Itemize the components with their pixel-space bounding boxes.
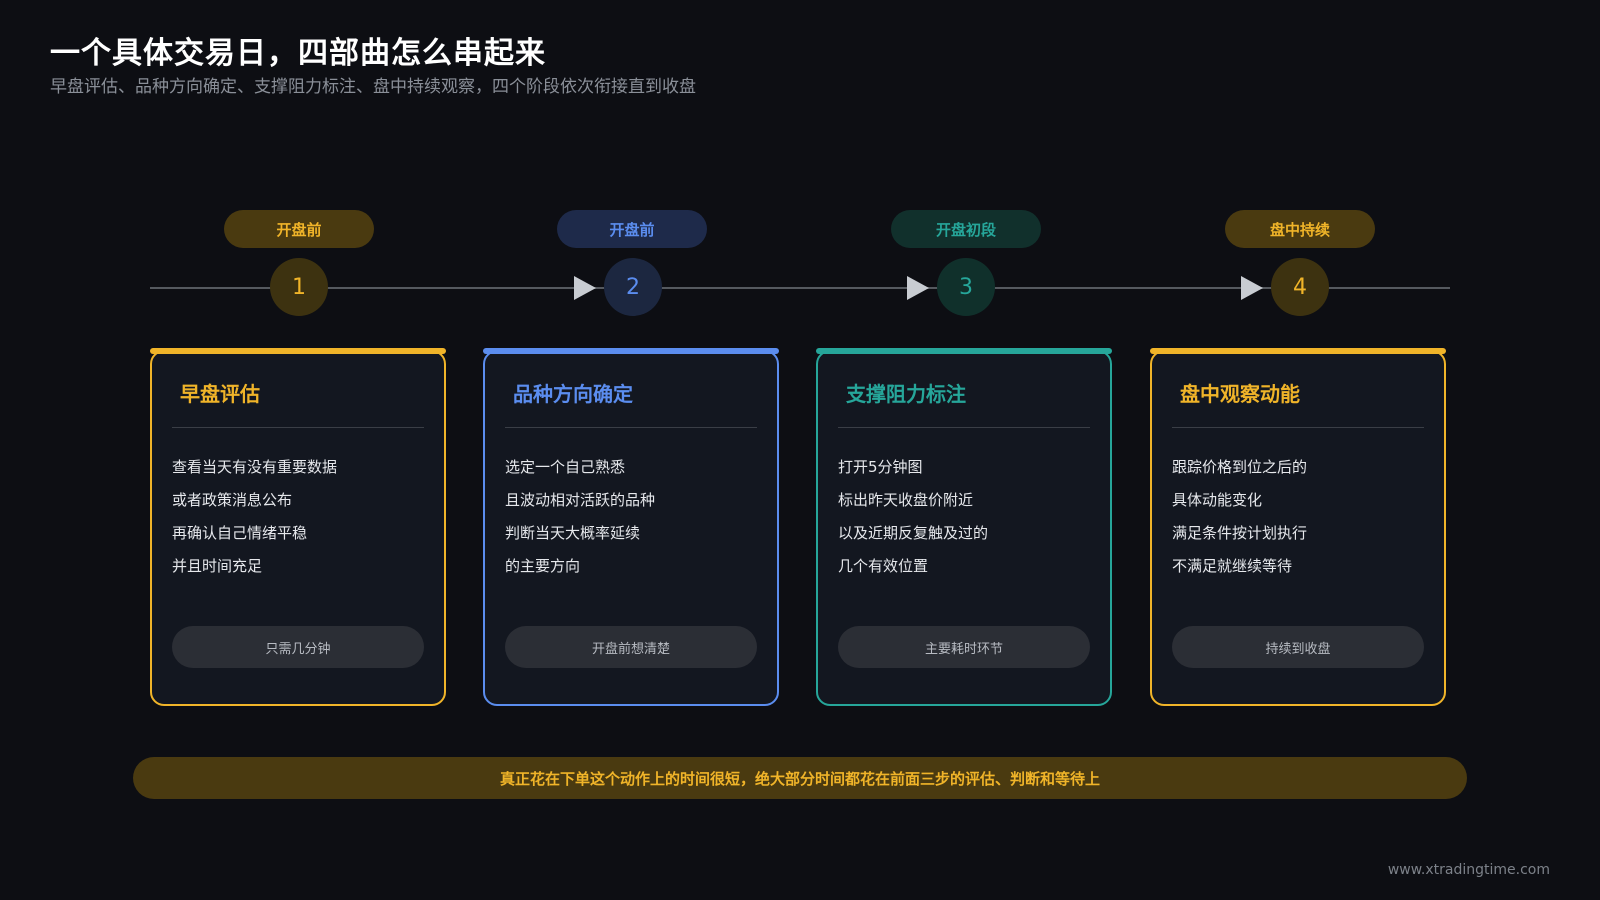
card-title: 早盘评估 [180, 382, 260, 406]
description-line: 再确认自己情绪平稳 [172, 524, 308, 542]
phase-badge: 盘中持续 [1225, 210, 1375, 248]
phase-badge: 开盘前 [224, 210, 374, 248]
card-title: 盘中观察动能 [1180, 382, 1300, 406]
page-title: 一个具体交易日，四部曲怎么串起来 [50, 36, 546, 71]
card-description: 查看当天有没有重要数据 或者政策消息公布 再确认自己情绪平稳 并且时间充足 [172, 456, 337, 588]
card-divider [1172, 427, 1424, 428]
description-line: 以及近期反复触及过的 [838, 524, 989, 542]
description-line: 的主要方向 [505, 557, 581, 575]
step-card: 支撑阻力标注 打开5分钟图 标出昨天收盘价附近 以及近期反复触及过的 几个有效位… [816, 348, 1112, 706]
step-number-circle: 2 [604, 258, 662, 316]
timeline-arrow-icon [1241, 276, 1263, 300]
step-card: 早盘评估 查看当天有没有重要数据 或者政策消息公布 再确认自己情绪平稳 并且时间… [150, 348, 446, 706]
step-card: 品种方向确定 选定一个自己熟悉 且波动相对活跃的品种 判断当天大概率延续 的主要… [483, 348, 779, 706]
page-subtitle: 早盘评估、品种方向确定、支撑阻力标注、盘中持续观察，四个阶段依次衔接直到收盘 [50, 77, 696, 97]
description-line: 查看当天有没有重要数据 [172, 458, 338, 476]
description-line: 判断当天大概率延续 [505, 524, 641, 542]
description-line: 不满足就继续等待 [1172, 557, 1293, 575]
description-line: 并且时间充足 [172, 557, 263, 575]
step-number-circle: 1 [270, 258, 328, 316]
card-divider [505, 427, 757, 428]
card-divider [838, 427, 1090, 428]
step-number-circle: 4 [1271, 258, 1329, 316]
timeline-arrow-icon [574, 276, 596, 300]
watermark-url: www.xtradingtime.com [1387, 862, 1550, 878]
card-accent-bar [1150, 348, 1446, 354]
phase-badge: 开盘初段 [891, 210, 1041, 248]
card-note-pill: 主要耗时环节 [838, 626, 1090, 668]
description-line: 打开5分钟图 [838, 458, 923, 476]
card-divider [172, 427, 424, 428]
description-line: 且波动相对活跃的品种 [505, 491, 656, 509]
card-accent-bar [150, 348, 446, 354]
timeline-arrow-icon [907, 276, 929, 300]
phase-badge: 开盘前 [557, 210, 707, 248]
card-description: 选定一个自己熟悉 且波动相对活跃的品种 判断当天大概率延续 的主要方向 [505, 456, 655, 588]
step-number-circle: 3 [937, 258, 995, 316]
description-line: 几个有效位置 [838, 557, 929, 575]
card-description: 打开5分钟图 标出昨天收盘价附近 以及近期反复触及过的 几个有效位置 [838, 456, 988, 588]
card-accent-bar [483, 348, 779, 354]
description-line: 跟踪价格到位之后的 [1172, 458, 1308, 476]
card-note-pill: 只需几分钟 [172, 626, 424, 668]
card-title: 品种方向确定 [513, 382, 633, 406]
description-line: 标出昨天收盘价附近 [838, 491, 974, 509]
card-accent-bar [816, 348, 1112, 354]
description-line: 具体动能变化 [1172, 491, 1263, 509]
description-line: 满足条件按计划执行 [1172, 524, 1308, 542]
description-line: 选定一个自己熟悉 [505, 458, 626, 476]
card-title: 支撑阻力标注 [846, 382, 966, 406]
card-description: 跟踪价格到位之后的 具体动能变化 满足条件按计划执行 不满足就继续等待 [1172, 456, 1307, 588]
card-note-pill: 持续到收盘 [1172, 626, 1424, 668]
description-line: 或者政策消息公布 [172, 491, 293, 509]
card-note-pill: 开盘前想清楚 [505, 626, 757, 668]
step-card: 盘中观察动能 跟踪价格到位之后的 具体动能变化 满足条件按计划执行 不满足就继续… [1150, 348, 1446, 706]
summary-banner: 真正花在下单这个动作上的时间很短，绝大部分时间都花在前面三步的评估、判断和等待上 [133, 757, 1467, 799]
